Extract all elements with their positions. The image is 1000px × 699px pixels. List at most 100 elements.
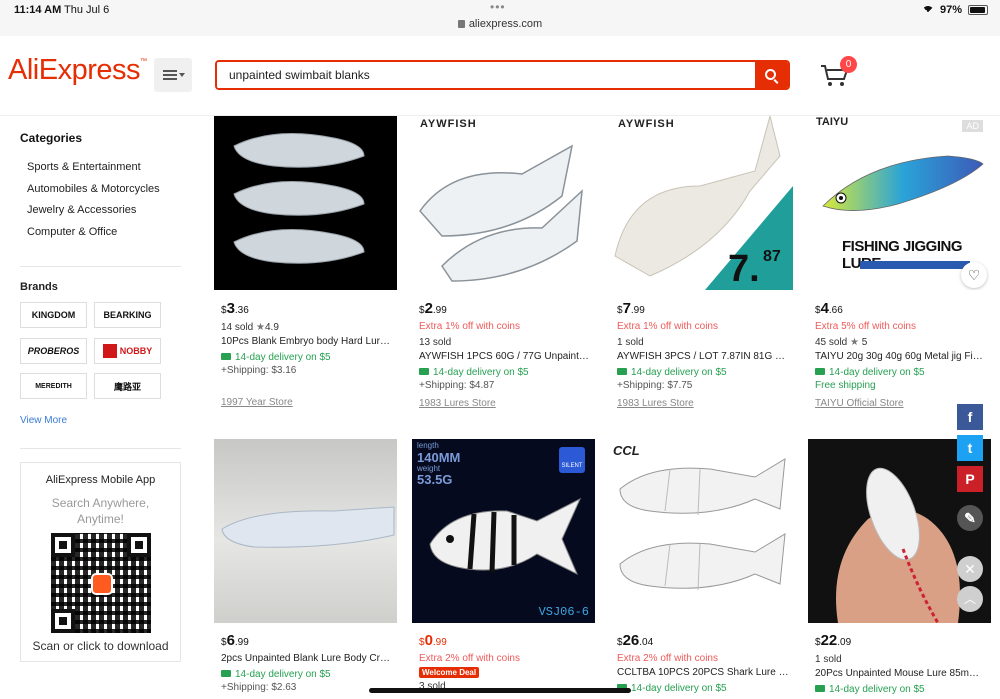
cart-button[interactable]: 0 <box>820 56 860 92</box>
scroll-top-icon[interactable]: ︿ <box>957 586 983 612</box>
product-sold: 45 sold ★ 5 <box>815 337 868 348</box>
product-card[interactable]: AYWFISH 7. 87 $7.99 Extra 1% off with co… <box>610 116 793 421</box>
aliexpress-logo[interactable]: AliExpress™ <box>8 54 147 87</box>
product-card[interactable]: $6.99 2pcs Unpainted Blank Lure Body Cra… <box>214 439 397 699</box>
truck-icon <box>617 368 627 375</box>
lock-icon <box>457 20 465 28</box>
product-card[interactable]: CCL $26.04 Extra 2% off with coins CCLTB… <box>610 439 793 699</box>
delivery-info: 14-day delivery on $5 <box>617 683 789 694</box>
delivery-info: 14-day delivery on $5 <box>419 367 591 378</box>
brand-logo[interactable]: MEREDITH <box>20 373 87 399</box>
brand-logo[interactable]: PROBEROS <box>20 338 87 364</box>
shipping-info: Free shipping <box>815 380 876 391</box>
brand-logo[interactable]: NOBBY <box>94 338 161 364</box>
image-brand-text: AYWFISH <box>420 118 477 130</box>
product-image[interactable]: AYWFISH <box>412 116 595 290</box>
search-button[interactable] <box>755 62 788 88</box>
product-title[interactable]: 2pcs Unpainted Blank Lure Body Crankbait <box>221 653 393 664</box>
truck-icon <box>815 685 825 692</box>
category-item[interactable]: Computer & Office <box>27 225 160 247</box>
product-sold: 14 sold ★4.9 <box>221 322 279 333</box>
delivery-info: 14-day delivery on $5 <box>815 684 987 695</box>
address-bar[interactable]: aliexpress.com <box>0 18 1000 30</box>
product-card[interactable]: $3.36 14 sold ★4.9 10Pcs Blank Embryo bo… <box>214 116 397 421</box>
facebook-share-icon[interactable]: f <box>957 404 983 430</box>
categories-title: Categories <box>20 131 83 145</box>
coin-discount: Extra 2% off with coins <box>419 653 520 664</box>
close-icon[interactable]: ✕ <box>957 556 983 582</box>
image-brand-text: CCL <box>613 443 640 458</box>
pinterest-share-icon[interactable]: P <box>957 466 983 492</box>
coin-discount: Extra 1% off with coins <box>419 321 520 332</box>
product-card[interactable]: TAIYU AD FISHING JIGGING LURE ♡ $4.66 Ex… <box>808 116 991 421</box>
qr-code[interactable] <box>51 533 151 633</box>
product-image[interactable]: TAIYU AD FISHING JIGGING LURE ♡ <box>808 116 991 290</box>
product-card[interactable]: AYWFISH $2.99 Extra 1% off with coins 13… <box>412 116 595 421</box>
image-brand-text: TAIYU <box>816 116 849 128</box>
shipping-info: +Shipping: $3.16 <box>221 365 297 376</box>
product-title[interactable]: TAIYU 20g 30g 40g 60g Metal jig Fishing … <box>815 351 987 362</box>
welcome-deal-badge: Welcome Deal <box>419 667 480 678</box>
truck-icon <box>419 368 429 375</box>
category-item[interactable]: Sports & Entertainment <box>27 160 160 182</box>
product-price: $2.99 <box>419 300 447 317</box>
brand-logo[interactable]: BEARKING <box>94 302 161 328</box>
truck-icon <box>221 670 231 677</box>
product-title[interactable]: AYWFISH 1PCS 60G / 77G Unpainted Lure <box>419 351 591 362</box>
edit-icon[interactable]: ✎ <box>957 505 983 531</box>
product-price: $26.04 <box>617 632 654 649</box>
view-more-link[interactable]: View More <box>20 415 67 426</box>
coin-discount: Extra 1% off with coins <box>617 321 718 332</box>
more-icon[interactable]: ••• <box>490 0 506 14</box>
category-menu-button[interactable] <box>154 58 192 92</box>
coin-discount: Extra 5% off with coins <box>815 321 916 332</box>
product-price: $22.09 <box>815 632 852 649</box>
product-image[interactable] <box>214 116 397 290</box>
status-bar: 11:14 AM Thu Jul 6 ••• aliexpress.com 97… <box>0 0 1000 36</box>
image-caption: 140MM <box>417 450 461 465</box>
product-image[interactable]: CCL <box>610 439 793 623</box>
product-sold: 1 sold <box>815 654 842 665</box>
category-item[interactable]: Automobiles & Motorcycles <box>27 182 160 204</box>
category-list: Sports & Entertainment Automobiles & Mot… <box>27 160 160 247</box>
url-text: aliexpress.com <box>468 18 543 30</box>
battery-icon <box>968 5 988 15</box>
wishlist-heart-icon[interactable]: ♡ <box>961 262 987 288</box>
product-price: $3.36 <box>221 300 249 317</box>
search-input[interactable] <box>217 62 755 88</box>
app-tagline: Search Anywhere, Anytime! <box>51 496 150 526</box>
product-title[interactable]: AYWFISH 3PCS / LOT 7.87IN 81G Unpainted <box>617 351 789 362</box>
brand-logo[interactable]: 鹰路亚 <box>94 373 161 399</box>
product-image[interactable]: AYWFISH 7. 87 <box>610 116 793 290</box>
product-title[interactable]: CCLTBA 10PCS 20PCS Shark Lure Swimbait <box>617 667 789 678</box>
product-title[interactable]: 10Pcs Blank Embryo body Hard Lure Crankb… <box>221 336 393 347</box>
brand-logo[interactable]: KINGDOM <box>20 302 87 328</box>
product-title[interactable]: 20Pcs Unpainted Mouse Lure 85mm Blank <box>815 668 987 679</box>
shipping-info: +Shipping: $7.75 <box>617 380 693 391</box>
search-bar <box>215 60 790 90</box>
divider <box>20 266 181 267</box>
truck-icon <box>221 353 231 360</box>
coin-discount: Extra 2% off with coins <box>617 653 718 664</box>
category-item[interactable]: Jewelry & Accessories <box>27 203 160 225</box>
shipping-info: +Shipping: $2.63 <box>221 682 297 693</box>
image-brand-text: AYWFISH <box>618 118 675 130</box>
store-link[interactable]: 1983 Lures Store <box>617 398 789 409</box>
product-card[interactable]: length 140MM weight 53.5G SILENT VSJ06-6… <box>412 439 595 699</box>
brands-title: Brands <box>20 281 58 293</box>
product-image[interactable]: length 140MM weight 53.5G SILENT VSJ06-6 <box>412 439 595 623</box>
store-link[interactable]: 1997 Year Store <box>221 397 393 408</box>
product-image[interactable] <box>214 439 397 623</box>
mobile-app-promo[interactable]: AliExpress Mobile App Search Anywhere, A… <box>20 462 181 662</box>
store-link[interactable]: 1983 Lures Store <box>419 398 591 409</box>
download-text: Scan or click to download <box>32 639 169 653</box>
svg-text:87: 87 <box>763 248 781 265</box>
site-header: AliExpress™ 0 <box>0 36 1000 116</box>
truck-icon <box>815 368 825 375</box>
product-price: $7.99 <box>617 300 645 317</box>
home-indicator[interactable] <box>369 688 631 693</box>
product-price: $4.66 <box>815 300 843 317</box>
chevron-down-icon <box>179 73 185 77</box>
sidebar: Categories Sports & Entertainment Automo… <box>0 116 200 699</box>
twitter-share-icon[interactable]: t <box>957 435 983 461</box>
